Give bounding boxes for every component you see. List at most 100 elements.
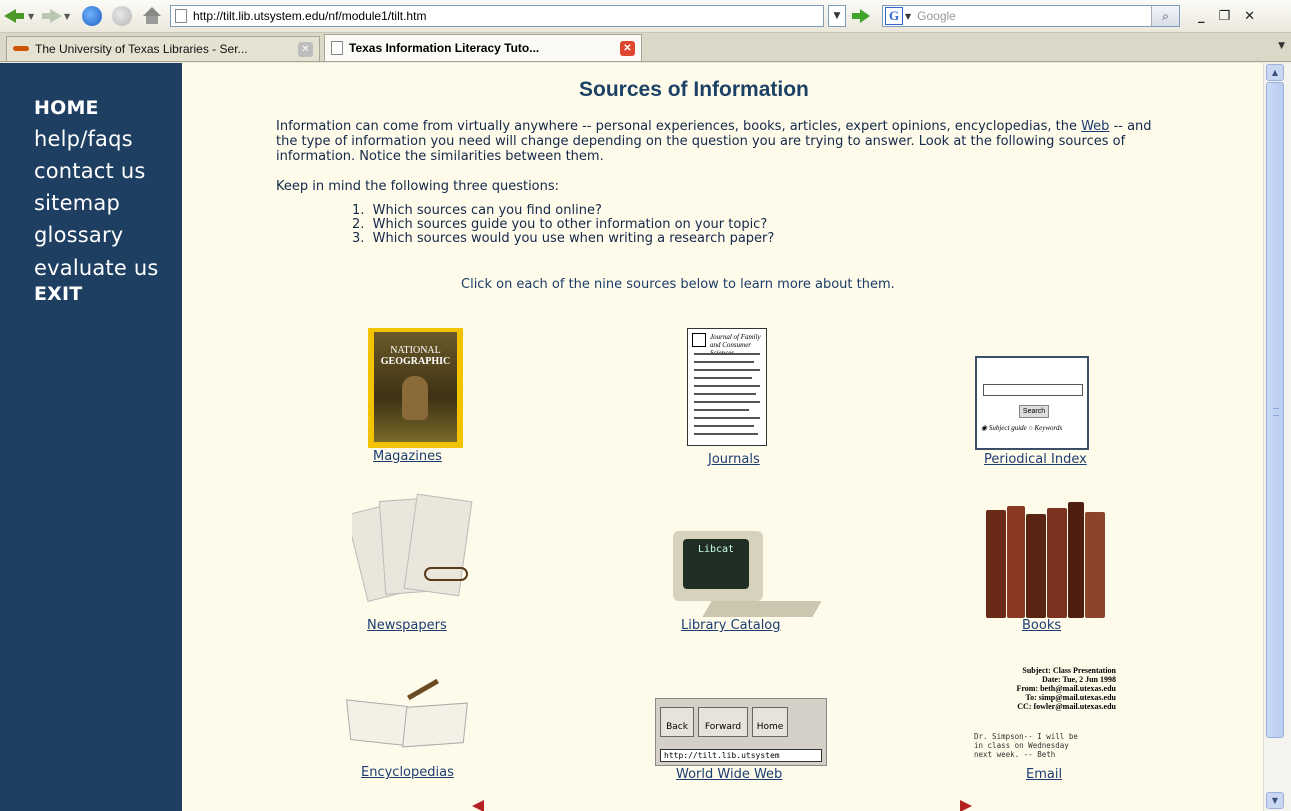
url-text[interactable]: http://tilt.lib.utsystem.edu/nf/module1/… [193,9,426,23]
newspaper-sheet [403,493,473,597]
restore-icon[interactable]: ❐ [1219,9,1231,24]
search-icon[interactable]: ⌕ [1151,6,1179,26]
email-body-graphic: Dr. Simpson-- I will be in class on Wedn… [974,732,1078,759]
sidebar-item-help[interactable]: help/faqs [34,127,133,151]
encyclopedias-link[interactable]: Encyclopedias [361,765,454,780]
url-graphic: http://tilt.lib.utsystem [660,749,822,762]
stop-icon[interactable] [112,6,132,26]
scroll-up-icon[interactable]: ▲ [1266,64,1284,81]
search-engine-dropdown-icon[interactable]: ▼ [905,12,911,21]
search-button-graphic: Search [1019,405,1049,418]
world-wide-web-link[interactable]: World Wide Web [676,767,782,782]
journals-link[interactable]: Journals [708,452,760,467]
forward-dropdown-icon[interactable]: ▼ [64,12,72,21]
scrollbar-grip-icon [1273,408,1279,416]
web-browser-image[interactable]: Back Forward Home http://tilt.lib.utsyst… [655,698,827,766]
books-image[interactable] [982,500,1110,618]
close-tab-icon[interactable]: ✕ [298,41,313,57]
library-catalog-image[interactable]: Libcat [653,521,831,619]
sidebar-item-home[interactable]: HOME [34,97,99,119]
book-spine [1026,514,1046,618]
forward-arrow-icon [40,6,62,26]
home-icon[interactable] [142,7,162,25]
web-link[interactable]: Web [1081,119,1109,134]
forward-button[interactable]: ▼ [40,4,72,28]
list-item: 3. Which sources would you use when writ… [352,231,775,246]
text-line [694,425,754,427]
intro-paragraph: Information can come from virtually anyw… [276,119,1176,164]
book-spine [1068,502,1084,618]
scrollbar-thumb[interactable] [1266,82,1284,738]
reload-icon[interactable] [82,6,102,26]
text-line [694,361,754,363]
book-spine [1085,512,1105,618]
sidebar-item-exit[interactable]: EXIT [34,283,82,305]
text-line [694,385,760,387]
vertical-scrollbar[interactable]: ▲ ▼ [1263,63,1291,811]
search-box[interactable]: G ▼ Google ⌕ [882,5,1180,27]
sidebar-item-evaluate[interactable]: evaluate us [34,256,159,280]
sidebar-item-contact[interactable]: contact us [34,159,146,183]
close-tab-icon[interactable]: ✕ [620,40,635,56]
library-catalog-link[interactable]: Library Catalog [681,618,781,633]
back-arrow-icon [4,6,26,26]
text-line [694,401,760,403]
sidebar: HOME help/faqs contact us sitemap glossa… [0,63,182,811]
previous-page-arrow-icon[interactable] [472,800,484,811]
url-dropdown-icon[interactable]: ▼ [828,5,846,27]
forward-graphic: Forward [698,707,748,737]
text-line [694,433,758,435]
email-header-graphic: Subject: Class Presentation Date: Tue, 2… [1016,666,1116,711]
encyclopedia-image[interactable] [346,677,470,763]
prairie-dog-figure [402,376,428,420]
magazine-cover-image[interactable]: NATIONAL GEOGRAPHIC [368,328,463,448]
window-controls: _ ❐ ✕ [1198,9,1255,24]
tab-tilt[interactable]: Texas Information Literacy Tuto... ✕ [324,34,642,61]
back-dropdown-icon[interactable]: ▼ [28,12,36,21]
books-link[interactable]: Books [1022,618,1061,633]
back-button[interactable]: ▼ [4,4,36,28]
minimize-icon[interactable]: _ [1198,9,1205,24]
list-item: 1. Which sources can you find online? [352,203,602,218]
text-line [694,369,760,371]
questions-list: 1. Which sources can you find online? 2.… [352,204,774,246]
close-window-icon[interactable]: ✕ [1244,9,1255,24]
text-line [694,393,756,395]
search-input[interactable]: Google [917,9,1151,23]
address-bar[interactable]: http://tilt.lib.utsystem.edu/nf/module1/… [170,5,824,27]
journal-cover-image[interactable]: Journal of Family and Consumer Sciences [687,328,767,446]
tab-bar: The University of Texas Libraries - Ser.… [0,33,1291,62]
google-icon[interactable]: G [885,7,903,25]
next-page-arrow-icon[interactable] [960,800,972,811]
tab-list-icon[interactable]: ▼ [1278,41,1285,51]
newspapers-image[interactable] [352,493,477,615]
browser-toolbar: ▼ ▼ http://tilt.lib.utsystem.edu/nf/modu… [0,0,1291,33]
home-graphic: Home [752,707,788,737]
magazines-link[interactable]: Magazines [373,449,442,464]
sidebar-item-sitemap[interactable]: sitemap [34,191,120,215]
journal-logo [692,333,706,347]
search-options-graphic: ◉ Subject guide ○ Keywords [981,424,1063,432]
go-icon[interactable] [850,5,872,27]
email-link[interactable]: Email [1026,767,1062,782]
search-field-graphic [983,384,1083,396]
page-title: Sources of Information [579,78,809,101]
sidebar-item-glossary[interactable]: glossary [34,223,123,247]
page-icon [331,41,343,55]
instructions-text: Click on each of the nine sources below … [461,277,895,292]
open-book-page [402,702,468,748]
tab-label: The University of Texas Libraries - Ser.… [35,42,248,56]
book-spine [1007,506,1025,618]
periodical-index-image[interactable]: Search ◉ Subject guide ○ Keywords [975,356,1089,450]
book-spine [1047,508,1067,618]
text-line [694,377,752,379]
tab-ut-libraries[interactable]: The University of Texas Libraries - Ser.… [6,36,320,61]
glasses-icon [424,567,468,581]
newspapers-link[interactable]: Newspapers [367,618,447,633]
text-line [694,353,760,355]
email-image[interactable]: Subject: Class Presentation Date: Tue, 2… [974,666,1124,766]
page-viewport: HOME help/faqs contact us sitemap glossa… [0,63,1263,811]
scroll-down-icon[interactable]: ▼ [1266,792,1284,809]
list-item: 2. Which sources guide you to other info… [352,217,768,232]
periodical-index-link[interactable]: Periodical Index [984,452,1087,467]
